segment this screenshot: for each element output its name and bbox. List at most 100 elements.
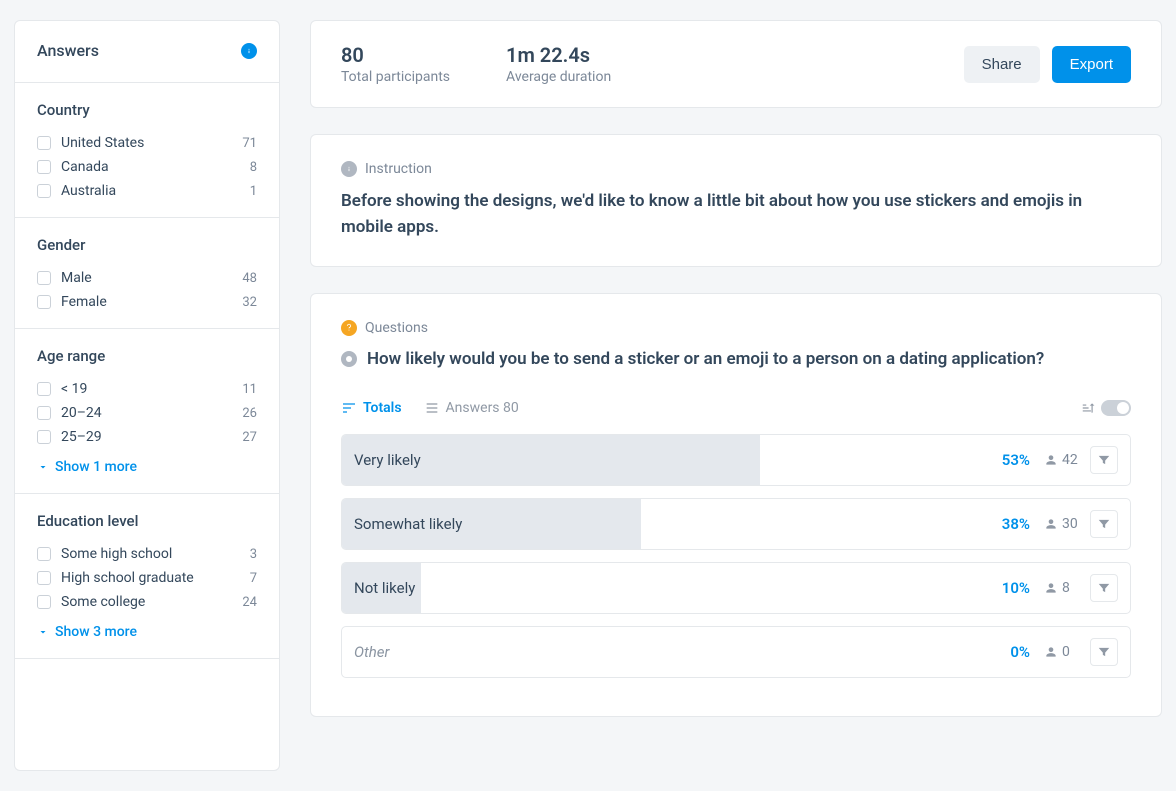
- checkbox[interactable]: [37, 406, 51, 420]
- filter-label: Some high school: [61, 546, 250, 562]
- person-icon: [1044, 645, 1058, 659]
- filter-label: Some college: [61, 594, 242, 610]
- filter-count: 8: [250, 160, 257, 175]
- filter-row[interactable]: Female32: [37, 290, 257, 314]
- instruction-text: Before showing the designs, we'd like to…: [341, 189, 1131, 240]
- show-more-link[interactable]: Show 3 more: [37, 620, 257, 644]
- instruction-tag-label: Instruction: [365, 161, 432, 177]
- sidebar: Answers CountryUnited States71Canada8Aus…: [14, 20, 280, 771]
- filter-title: Gender: [37, 236, 257, 254]
- questions-card: Questions How likely would you be to sen…: [310, 293, 1162, 717]
- answer-percent: 38%: [1002, 515, 1030, 533]
- checkbox[interactable]: [37, 595, 51, 609]
- filter-row[interactable]: United States71: [37, 131, 257, 155]
- stat-duration: 1m 22.4s Average duration: [506, 43, 611, 85]
- filter-count: 24: [242, 595, 257, 610]
- sidebar-title: Answers: [37, 41, 99, 60]
- question-title-row: How likely would you be to send a sticke…: [341, 348, 1131, 372]
- checkbox[interactable]: [37, 382, 51, 396]
- filter-button[interactable]: [1090, 574, 1118, 602]
- filter-section: GenderMale48Female32: [15, 218, 279, 329]
- checkbox[interactable]: [37, 160, 51, 174]
- chevron-down-icon: [37, 626, 49, 638]
- tab-totals[interactable]: Totals: [341, 400, 402, 416]
- tab-answers[interactable]: Answers 80: [424, 400, 519, 416]
- filter-section: Education levelSome high school3High sch…: [15, 494, 279, 659]
- funnel-icon: [1097, 517, 1111, 531]
- checkbox[interactable]: [37, 271, 51, 285]
- answer-label: Other: [354, 643, 1010, 661]
- filter-count: 3: [250, 547, 257, 562]
- question-tabs: Totals Answers 80: [341, 400, 1131, 416]
- answer-count: 8: [1044, 580, 1084, 596]
- tab-answers-label: Answers 80: [446, 400, 519, 416]
- sort-toggle[interactable]: [1101, 400, 1131, 416]
- stat-duration-label: Average duration: [506, 69, 611, 85]
- filter-count: 48: [242, 271, 257, 286]
- filter-button[interactable]: [1090, 638, 1118, 666]
- share-button[interactable]: Share: [964, 46, 1040, 83]
- filter-count: 27: [242, 430, 257, 445]
- filter-row[interactable]: 20–2426: [37, 401, 257, 425]
- info-icon[interactable]: [241, 43, 257, 59]
- answer-percent: 0%: [1010, 643, 1030, 661]
- main: 80 Total participants 1m 22.4s Average d…: [310, 20, 1162, 771]
- person-icon: [1044, 517, 1058, 531]
- filter-section: Age range < 191120–242625–2927 Show 1 more: [15, 329, 279, 494]
- answer-label: Somewhat likely: [354, 515, 1002, 533]
- tab-totals-label: Totals: [363, 400, 402, 416]
- checkbox[interactable]: [37, 547, 51, 561]
- filter-label: Male: [61, 270, 242, 286]
- filter-title: Age range: [37, 347, 257, 365]
- sort-toggle-group: [1081, 400, 1131, 416]
- filter-label: Female: [61, 294, 242, 310]
- export-button[interactable]: Export: [1052, 46, 1131, 83]
- filter-section: CountryUnited States71Canada8Australia1: [15, 83, 279, 218]
- answer-label: Very likely: [354, 451, 1002, 469]
- checkbox[interactable]: [37, 184, 51, 198]
- filter-label: High school graduate: [61, 570, 250, 586]
- filter-count: 11: [242, 382, 257, 397]
- filter-row[interactable]: Some high school3: [37, 542, 257, 566]
- filter-row[interactable]: Male48: [37, 266, 257, 290]
- filter-row[interactable]: Canada8: [37, 155, 257, 179]
- answer-row: Very likely53% 42: [341, 434, 1131, 486]
- filter-label: Canada: [61, 159, 250, 175]
- answer-label: Not likely: [354, 579, 1002, 597]
- filter-row[interactable]: < 1911: [37, 377, 257, 401]
- stat-duration-value: 1m 22.4s: [506, 43, 611, 67]
- filter-label: United States: [61, 135, 242, 151]
- checkbox[interactable]: [37, 430, 51, 444]
- filter-row[interactable]: High school graduate7: [37, 566, 257, 590]
- instruction-tag: Instruction: [341, 161, 1131, 177]
- answer-row: Somewhat likely38%30: [341, 498, 1131, 550]
- filter-row[interactable]: Australia1: [37, 179, 257, 203]
- question-icon: [341, 320, 357, 336]
- questions-tag-label: Questions: [365, 320, 428, 336]
- chevron-down-icon: [37, 461, 49, 473]
- answer-percent: 53%: [1002, 451, 1030, 469]
- filter-count: 7: [250, 571, 257, 586]
- filter-row[interactable]: Some college24: [37, 590, 257, 614]
- funnel-icon: [1097, 645, 1111, 659]
- checkbox[interactable]: [37, 571, 51, 585]
- show-more-link[interactable]: Show 1 more: [37, 455, 257, 479]
- filter-row[interactable]: 25–2927: [37, 425, 257, 449]
- filter-count: 1: [250, 184, 257, 199]
- checkbox[interactable]: [37, 295, 51, 309]
- answer-count: 0: [1044, 644, 1084, 660]
- question-title: How likely would you be to send a sticke…: [367, 348, 1044, 372]
- instruction-card: Instruction Before showing the designs, …: [310, 134, 1162, 267]
- filter-count: 32: [242, 295, 257, 310]
- answer-row: Not likely10%8: [341, 562, 1131, 614]
- answer-row: Other0% 0: [341, 626, 1131, 678]
- sidebar-header: Answers: [15, 21, 279, 83]
- info-icon: [341, 161, 357, 177]
- checkbox[interactable]: [37, 136, 51, 150]
- filter-title: Education level: [37, 512, 257, 530]
- filter-count: 26: [242, 406, 257, 421]
- filter-button[interactable]: [1090, 446, 1118, 474]
- answer-count: 42: [1044, 452, 1084, 468]
- filter-button[interactable]: [1090, 510, 1118, 538]
- person-icon: [1044, 581, 1058, 595]
